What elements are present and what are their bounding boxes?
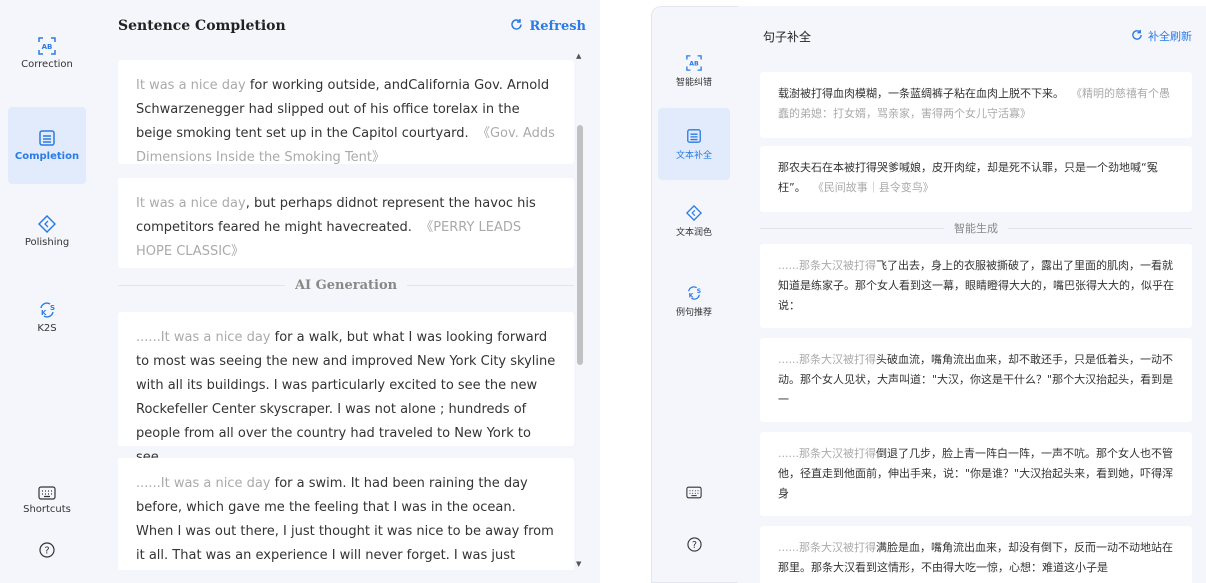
list-item: ......那条大汉被打得满脸是血，嘴角流出血来，却没有倒下，反而一动不动地站在… bbox=[760, 526, 1192, 583]
scrollbar[interactable]: ▲ ▼ bbox=[575, 50, 585, 570]
diamond-icon bbox=[686, 204, 702, 221]
page-title: Sentence Completion bbox=[118, 18, 286, 34]
list-item: It was a nice day, but perhaps didnot re… bbox=[118, 178, 574, 268]
keyboard-icon bbox=[38, 485, 56, 500]
refresh-button[interactable]: Refresh bbox=[510, 18, 586, 35]
scroll-down-icon[interactable]: ▼ bbox=[576, 560, 581, 568]
svg-text:K: K bbox=[689, 292, 694, 299]
list-item: ......It was a nice day for a swim. It h… bbox=[118, 458, 574, 570]
sidebar-item-label: Correction bbox=[21, 58, 73, 70]
ai-generation-divider-zh: 智能生成 bbox=[760, 220, 1192, 236]
help-icon: ? bbox=[39, 542, 55, 558]
sidebar-item-label: 文本润色 bbox=[675, 227, 712, 238]
sidebar-item-correction-zh[interactable]: AB 智能纠错 bbox=[658, 46, 730, 96]
refresh-icon bbox=[1131, 29, 1143, 44]
k2s-icon: SK bbox=[38, 301, 56, 319]
results-list-zh[interactable]: 载澍被打得血肉模糊，一条蓝绸裤子粘在血肉上脱不下来。 《精明的慈禧有个愚蠢的弟媳… bbox=[760, 64, 1194, 583]
document-icon bbox=[38, 129, 56, 147]
left-main-panel: Sentence Completion Refresh It was a nic… bbox=[94, 0, 600, 583]
scrollbar-thumb[interactable] bbox=[577, 125, 583, 365]
refresh-label: Refresh bbox=[529, 19, 586, 34]
list-item: It was a nice day for working outside, a… bbox=[118, 60, 574, 165]
results-list[interactable]: It was a nice day for working outside, a… bbox=[118, 50, 588, 570]
ai-generation-divider: AI Generation bbox=[118, 278, 575, 293]
list-item: ......那条大汉被打得飞了出去，身上的衣服被撕破了，露出了里面的肌肉，一看就… bbox=[760, 244, 1192, 328]
right-main-panel: 句子补全 补全刷新 载澍被打得血肉模糊，一条蓝绸裤子粘在血肉上脱不下来。 《精明… bbox=[738, 6, 1206, 583]
ab-text-icon: AB bbox=[686, 54, 702, 71]
ab-text-icon: AB bbox=[38, 36, 56, 55]
list-item: 载澍被打得血肉模糊，一条蓝绸裤子粘在血肉上脱不下来。 《精明的慈禧有个愚蠢的弟媳… bbox=[760, 72, 1192, 138]
sidebar-item-correction[interactable]: AB Correction bbox=[8, 8, 86, 98]
list-item: ......It was a nice day for a walk, but … bbox=[118, 312, 574, 465]
sidebar-item-completion[interactable]: Completion bbox=[8, 107, 86, 184]
page-title-zh: 句子补全 bbox=[763, 30, 812, 44]
svg-text:?: ? bbox=[44, 546, 49, 557]
scroll-up-icon[interactable]: ▲ bbox=[576, 52, 581, 60]
divider-label: AI Generation bbox=[294, 278, 398, 293]
list-item: ......那条大汉被打得倒退了几步，脸上青一阵白一阵，一声不吭。那个女人也不管… bbox=[760, 432, 1192, 516]
refresh-button-zh[interactable]: 补全刷新 bbox=[1131, 28, 1192, 44]
left-sidebar: AB Correction Completion Polishing SK K2… bbox=[0, 0, 94, 583]
sidebar-item-polishing-zh[interactable]: 文本润色 bbox=[658, 196, 730, 246]
sidebar-item-label: 智能纠错 bbox=[675, 77, 712, 88]
sidebar-item-shortcuts[interactable]: Shortcuts bbox=[8, 478, 86, 522]
sidebar-item-completion-zh[interactable]: 文本补全 bbox=[658, 108, 730, 180]
right-sidebar: AB 智能纠错 文本补全 文本润色 SK 例句推荐 ? bbox=[651, 6, 738, 583]
shortcuts-button-zh[interactable] bbox=[658, 480, 730, 508]
help-button[interactable]: ? bbox=[8, 538, 86, 566]
diamond-icon bbox=[38, 214, 56, 233]
sidebar-item-label: Shortcuts bbox=[23, 503, 71, 515]
refresh-label: 补全刷新 bbox=[1148, 30, 1192, 43]
sidebar-item-label: Completion bbox=[14, 151, 80, 162]
sidebar-item-k2s[interactable]: SK K2S bbox=[8, 282, 86, 352]
divider-label: 智能生成 bbox=[954, 222, 998, 235]
svg-text:S: S bbox=[50, 304, 55, 312]
k2s-icon: SK bbox=[686, 285, 702, 301]
help-icon: ? bbox=[686, 536, 702, 552]
svg-text:K: K bbox=[41, 309, 47, 317]
sidebar-item-label: K2S bbox=[37, 322, 57, 334]
sidebar-item-examples-zh[interactable]: SK 例句推荐 bbox=[658, 276, 730, 326]
sidebar-item-label: 文本补全 bbox=[675, 150, 712, 161]
list-item: ......那条大汉被打得头破血流，嘴角流出血来，却不敢还手，只是低着头，一动不… bbox=[760, 338, 1192, 422]
list-item: 那农夫石在本被打得哭爹喊娘，皮开肉绽，却是死不认罪，只是一个劲地喊“冤枉”。 《… bbox=[760, 146, 1192, 212]
svg-text:AB: AB bbox=[42, 43, 53, 51]
refresh-icon bbox=[510, 18, 523, 35]
help-button-zh[interactable]: ? bbox=[658, 532, 730, 560]
sidebar-item-polishing[interactable]: Polishing bbox=[8, 196, 86, 266]
svg-text:AB: AB bbox=[689, 60, 699, 67]
document-icon bbox=[686, 128, 702, 144]
svg-text:?: ? bbox=[692, 539, 697, 550]
sidebar-item-label: Polishing bbox=[24, 236, 70, 248]
sidebar-item-label: 例句推荐 bbox=[675, 307, 712, 318]
keyboard-icon bbox=[686, 486, 702, 499]
svg-text:S: S bbox=[697, 288, 702, 295]
